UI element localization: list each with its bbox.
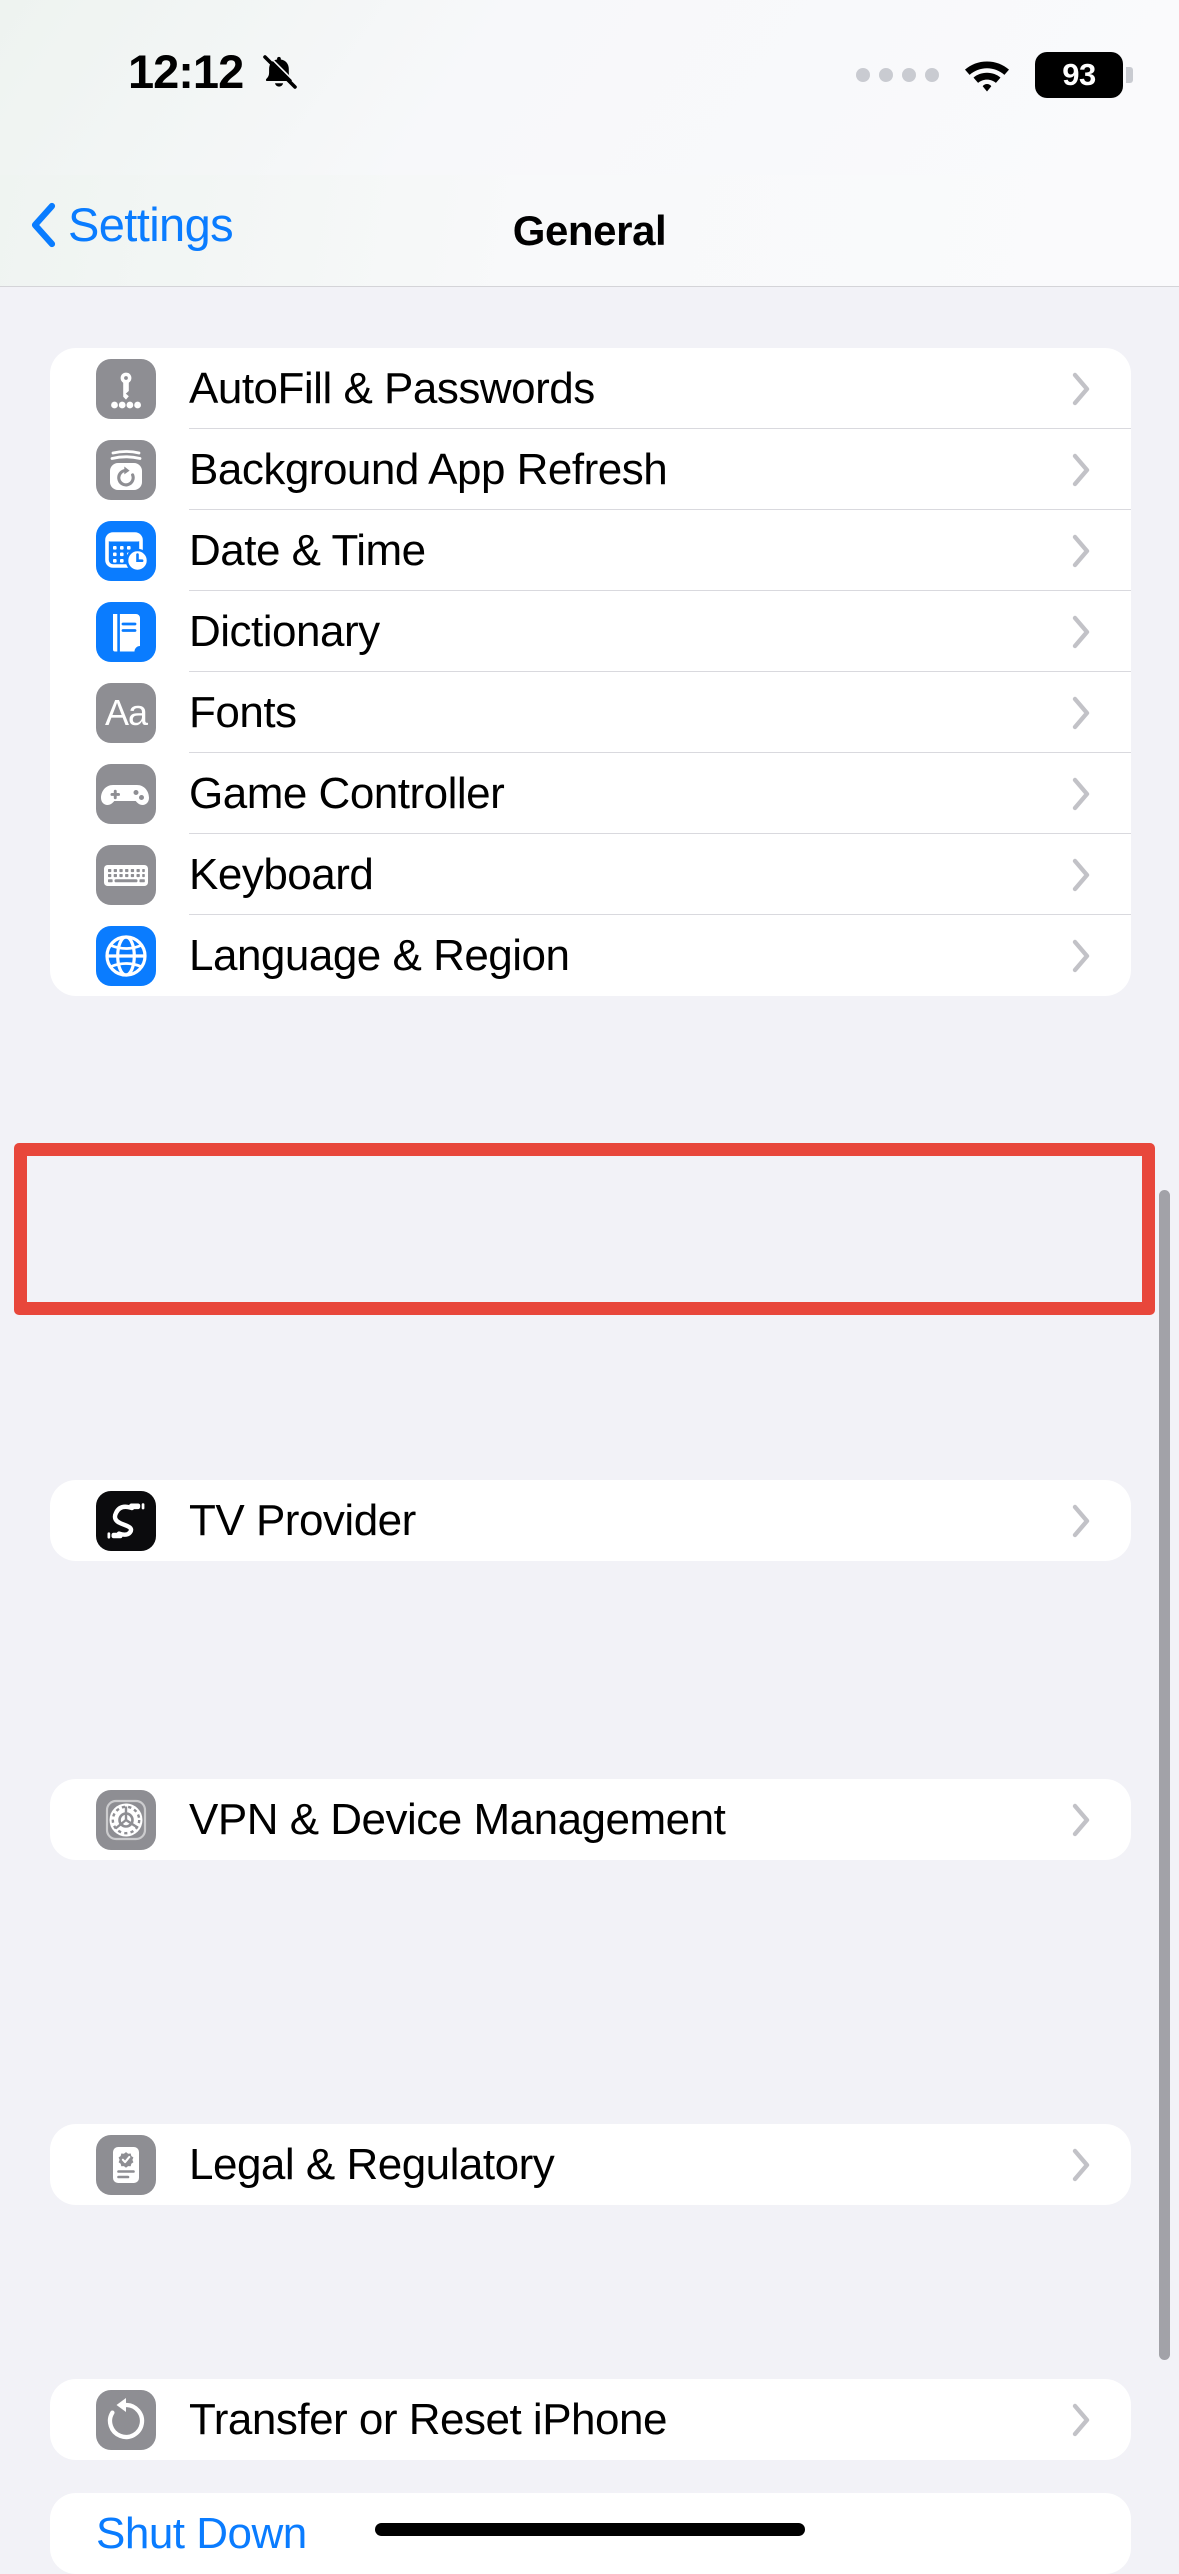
list-item[interactable]: AutoFill & Passwords: [50, 348, 1131, 429]
battery-indicator: 93: [1035, 52, 1133, 98]
chevron-right-icon: [1072, 939, 1091, 973]
list-item-label: Language & Region: [189, 930, 570, 980]
list-item[interactable]: Language & Region: [50, 915, 1131, 996]
chevron-right-icon: [1072, 2403, 1091, 2437]
chevron-right-icon: [1072, 372, 1091, 406]
gear-icon: [96, 1789, 156, 1850]
chevron-right-icon: [1072, 453, 1091, 487]
key-passwords-icon: [96, 358, 156, 419]
list-item[interactable]: VPN & Device Management: [50, 1779, 1131, 1860]
list-item-label: Date & Time: [189, 525, 426, 575]
battery-level-label: 93: [1062, 57, 1096, 92]
list-item-label: Transfer or Reset iPhone: [189, 2394, 667, 2444]
list-item[interactable]: TV Provider: [50, 1480, 1131, 1561]
status-clock: 12:12: [128, 45, 244, 98]
battery-body: 93: [1035, 52, 1123, 98]
chevron-right-icon: [1072, 858, 1091, 892]
list-item[interactable]: Game Controller: [50, 753, 1131, 834]
legal-document-icon: [96, 2134, 156, 2195]
status-bar-right: 93: [856, 52, 1133, 98]
chevron-right-icon: [1072, 534, 1091, 568]
status-bar-left: 12:12: [128, 48, 301, 95]
navigation-bar: Settings General: [0, 175, 1179, 287]
list-item-label: Keyboard: [189, 849, 374, 899]
chevron-right-icon: [1072, 696, 1091, 730]
settings-scroll-view[interactable]: AutoFill & Passwords Background App Refre…: [0, 288, 1179, 2574]
list-item[interactable]: Keyboard: [50, 834, 1131, 915]
list-item[interactable]: Date & Time: [50, 510, 1131, 591]
list-item[interactable]: Background App Refresh: [50, 429, 1131, 510]
list-item-label: AutoFill & Passwords: [189, 363, 595, 413]
home-indicator: [374, 2523, 805, 2536]
chevron-right-icon: [1072, 2148, 1091, 2182]
group-legal: Legal & Regulatory: [50, 2124, 1131, 2205]
list-item[interactable]: Aa Fonts: [50, 672, 1131, 753]
book-icon: [96, 601, 156, 662]
list-item-label: Background App Refresh: [189, 444, 668, 494]
reset-arrow-icon: [96, 2389, 156, 2450]
group-general-options: AutoFill & Passwords Background App Refre…: [50, 348, 1131, 996]
list-item-label: TV Provider: [189, 1495, 416, 1545]
list-item-label: Legal & Regulatory: [189, 2139, 555, 2189]
vertical-scrollbar[interactable]: [1159, 1190, 1170, 2360]
group-vpn: VPN & Device Management: [50, 1779, 1131, 1860]
status-bar: 12:12 93: [0, 0, 1179, 175]
cellular-dots-icon: [856, 68, 939, 82]
gamepad-icon: [96, 763, 156, 824]
calendar-clock-icon: [96, 520, 156, 581]
globe-icon: [96, 925, 156, 986]
list-item-label: Dictionary: [189, 606, 380, 656]
bell-slash-icon: [257, 50, 301, 94]
list-item-label: Fonts: [189, 687, 297, 737]
keyboard-icon: [96, 844, 156, 905]
aa-fonts-icon: Aa: [96, 682, 156, 743]
app-refresh-icon: [96, 439, 156, 500]
list-item-label: Game Controller: [189, 768, 505, 818]
list-item[interactable]: Transfer or Reset iPhone: [50, 2379, 1131, 2460]
group-tv-provider: TV Provider: [50, 1480, 1131, 1561]
page-title: General: [512, 207, 667, 254]
chevron-right-icon: [1072, 615, 1091, 649]
list-item[interactable]: Dictionary: [50, 591, 1131, 672]
tv-provider-icon: [96, 1490, 156, 1551]
battery-cap: [1126, 67, 1133, 83]
chevron-right-icon: [1072, 1803, 1091, 1837]
group-transfer: Transfer or Reset iPhone: [50, 2379, 1131, 2460]
wifi-icon: [961, 55, 1013, 95]
chevron-right-icon: [1072, 1504, 1091, 1538]
list-item-label: VPN & Device Management: [189, 1794, 726, 1844]
chevron-right-icon: [1072, 777, 1091, 811]
list-item[interactable]: Legal & Regulatory: [50, 2124, 1131, 2205]
